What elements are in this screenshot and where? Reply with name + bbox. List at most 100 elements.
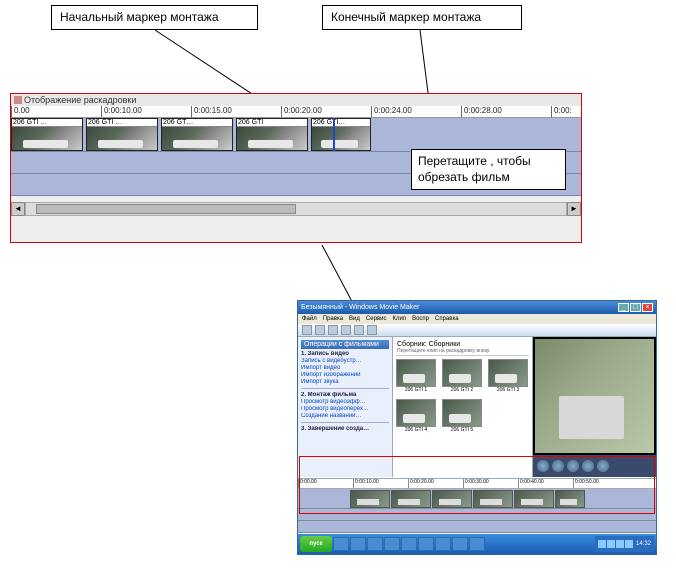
- menu-item[interactable]: Правка: [323, 316, 343, 322]
- taskbar-item[interactable]: [367, 537, 383, 551]
- clip[interactable]: 206 GT…: [161, 118, 233, 151]
- taskbar-item[interactable]: [452, 537, 468, 551]
- task-link[interactable]: Запись с видеоустр…: [301, 358, 389, 364]
- mm-timeline: 0:00.00 0:00:10.00 0:00:20.00 0:00:30.00…: [298, 478, 656, 534]
- clip-thumb: [312, 127, 370, 150]
- tasks-header: Операции с фильмами: [301, 340, 389, 349]
- window-title: Безымянный - Windows Movie Maker: [301, 304, 419, 311]
- toolbar-button[interactable]: [354, 325, 364, 335]
- menu-item[interactable]: Воспр: [412, 316, 429, 322]
- task-link[interactable]: Импорт изображений: [301, 372, 389, 378]
- clip-thumb: [12, 127, 82, 150]
- toolbar-button[interactable]: [302, 325, 312, 335]
- playhead-start-marker[interactable]: [333, 118, 335, 151]
- collection-item[interactable]: 206 GTI 5: [442, 399, 482, 433]
- window-titlebar[interactable]: Безымянный - Windows Movie Maker _ □ ×: [298, 301, 656, 314]
- ruler-tick: 0:00:28.00: [461, 106, 551, 117]
- taskbar-item[interactable]: [350, 537, 366, 551]
- taskbar-item[interactable]: [384, 537, 400, 551]
- task-link[interactable]: Просмотр видеоперех…: [301, 406, 389, 412]
- taskbar-item[interactable]: [418, 537, 434, 551]
- task-link[interactable]: Импорт видео: [301, 365, 389, 371]
- taskbar-item[interactable]: [401, 537, 417, 551]
- tray-clock[interactable]: 14:32: [634, 541, 651, 547]
- collection-item[interactable]: 206 GTI 3: [488, 359, 528, 393]
- toolbar-button[interactable]: [341, 325, 351, 335]
- taskbar-item[interactable]: [435, 537, 451, 551]
- clip[interactable]: 206 GTI …: [86, 118, 158, 151]
- task-link[interactable]: 1. Запись видео: [301, 351, 389, 357]
- tray-icon[interactable]: [616, 540, 624, 548]
- clip[interactable]: [350, 490, 390, 508]
- ruler-tick: 0:00:15.00: [191, 106, 281, 117]
- close-button[interactable]: ×: [642, 303, 653, 312]
- callout-start-marker: Начальный маркер монтажа: [51, 5, 258, 30]
- taskbar-item[interactable]: [333, 537, 349, 551]
- tray-icon[interactable]: [625, 540, 633, 548]
- minimize-button[interactable]: _: [618, 303, 629, 312]
- clip-thumb: [488, 359, 528, 387]
- collection-pane: Сборник: Сборники Перетащите клип на рас…: [393, 337, 533, 477]
- maximize-button[interactable]: □: [630, 303, 641, 312]
- preview-video[interactable]: [535, 339, 654, 453]
- clip[interactable]: [555, 490, 585, 508]
- task-link[interactable]: Просмотр видеоэфф…: [301, 399, 389, 405]
- timeline-title: Отображение раскадровки: [11, 94, 581, 106]
- clip-thumb: [87, 127, 157, 150]
- menu-item[interactable]: Справка: [435, 316, 459, 322]
- toolbar-button[interactable]: [367, 325, 377, 335]
- mm-audio-track[interactable]: [298, 509, 656, 521]
- menu-item[interactable]: Клип: [392, 316, 406, 322]
- scroll-track[interactable]: [25, 202, 567, 216]
- taskbar-item[interactable]: [469, 537, 485, 551]
- scroll-left-button[interactable]: ◄: [11, 202, 25, 216]
- prev-button[interactable]: [567, 460, 579, 472]
- clip-thumb: [237, 127, 307, 150]
- collection-item[interactable]: 206 GTI 1: [396, 359, 436, 393]
- play-button[interactable]: [537, 460, 549, 472]
- tray-icon[interactable]: [607, 540, 615, 548]
- timeline-title-text: Отображение раскадровки: [24, 95, 136, 105]
- split-button[interactable]: [597, 460, 609, 472]
- next-button[interactable]: [582, 460, 594, 472]
- timeline-ruler[interactable]: 0.00 0:00:10.00 0:00:15.00 0:00:20.00 0:…: [11, 106, 581, 118]
- collection-item[interactable]: 206 GTI 4: [396, 399, 436, 433]
- ruler-tick: 0:00:24.00: [371, 106, 461, 117]
- menu-item[interactable]: Вид: [349, 316, 360, 322]
- task-link[interactable]: Импорт звука: [301, 379, 389, 385]
- windows-taskbar[interactable]: пуск 14:32: [298, 534, 656, 554]
- clip-thumb: [442, 399, 482, 427]
- scroll-right-button[interactable]: ►: [567, 202, 581, 216]
- task-link[interactable]: 2. Монтаж фильма: [301, 392, 389, 398]
- timeline-scrollbar[interactable]: ◄ ►: [11, 200, 581, 218]
- system-tray[interactable]: 14:32: [595, 536, 654, 552]
- mm-title-track[interactable]: [298, 521, 656, 533]
- menubar[interactable]: Файл Правка Вид Сервис Клип Воспр Справк…: [298, 314, 656, 324]
- start-button[interactable]: пуск: [300, 536, 332, 552]
- menu-item[interactable]: Сервис: [366, 316, 387, 322]
- task-link[interactable]: 3. Завершение созда…: [301, 426, 389, 432]
- collection-item[interactable]: 206 GTI 2: [442, 359, 482, 393]
- ruler-tick: 0:00:10.00: [101, 106, 191, 117]
- task-link[interactable]: Создание названий…: [301, 413, 389, 419]
- toolbar[interactable]: [298, 324, 656, 337]
- clip[interactable]: 206 GTI…: [311, 118, 371, 151]
- menu-item[interactable]: Файл: [302, 316, 317, 322]
- stop-button[interactable]: [552, 460, 564, 472]
- clip[interactable]: 206 GTI: [236, 118, 308, 151]
- clip[interactable]: [473, 490, 513, 508]
- video-track[interactable]: 206 GTI … 206 GTI … 206 GT… 206 GTI 206 …: [11, 118, 581, 152]
- toolbar-button[interactable]: [315, 325, 325, 335]
- collection-header: Сборник: Сборники Перетащите клип на рас…: [396, 340, 529, 356]
- tray-icon[interactable]: [598, 540, 606, 548]
- mm-video-track[interactable]: [298, 489, 656, 509]
- clip[interactable]: [432, 490, 472, 508]
- toolbar-button[interactable]: [328, 325, 338, 335]
- clip[interactable]: [514, 490, 554, 508]
- scroll-thumb[interactable]: [36, 204, 296, 214]
- clip[interactable]: [391, 490, 431, 508]
- mm-ruler[interactable]: 0:00.00 0:00:10.00 0:00:20.00 0:00:30.00…: [298, 479, 656, 489]
- clip[interactable]: 206 GTI …: [11, 118, 83, 151]
- preview-pane: [533, 337, 656, 477]
- tasks-pane: Операции с фильмами 1. Запись видео Запи…: [298, 337, 393, 477]
